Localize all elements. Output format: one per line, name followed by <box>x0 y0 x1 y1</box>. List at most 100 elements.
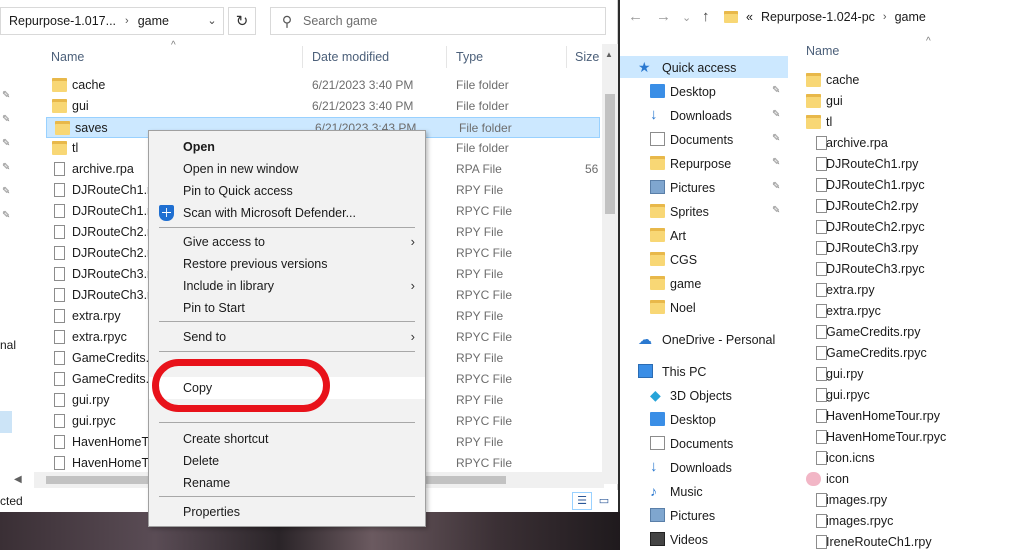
breadcrumb-path[interactable]: Repurpose-1.017... <box>1 14 116 28</box>
sidebar-item[interactable]: Videos <box>620 528 788 550</box>
list-item[interactable]: gui.rpy <box>806 364 1016 385</box>
sidebar-item[interactable]: Documents <box>620 432 788 454</box>
back-arrow-icon[interactable]: ← <box>628 8 643 25</box>
column-name[interactable]: Name <box>51 50 84 64</box>
list-item[interactable]: DJRouteCh3.rpy <box>806 238 1016 259</box>
menu-item-pin-start[interactable]: Pin to Start <box>149 297 425 319</box>
pin-icon[interactable]: ✎ <box>772 109 780 120</box>
pin-icon[interactable]: ✎ <box>772 85 780 96</box>
sort-up-icon: ^ <box>926 36 931 47</box>
menu-item-create-shortcut[interactable]: Create shortcut <box>149 428 425 450</box>
list-item[interactable]: tl <box>806 112 1016 133</box>
scroll-left-icon[interactable]: ◀ <box>14 474 22 485</box>
breadcrumb-path[interactable]: Repurpose-1.024-pc <box>761 10 875 24</box>
menu-item-open[interactable]: Open <box>149 136 425 158</box>
sidebar-item[interactable]: Pictures <box>620 504 788 526</box>
column-date-modified[interactable]: Date modified <box>312 50 389 64</box>
column-divider[interactable] <box>302 46 303 68</box>
chevron-down-icon[interactable]: ⌄ <box>682 11 691 24</box>
details-view-icon[interactable]: ☰ <box>572 492 592 510</box>
menu-item-scan-defender[interactable]: Scan with Microsoft Defender... <box>149 202 425 224</box>
list-item[interactable]: gui.rpyc <box>806 385 1016 406</box>
breadcrumb-current[interactable]: game <box>895 10 926 24</box>
list-item[interactable]: GameCredits.rpyc <box>806 343 1016 364</box>
sidebar-item[interactable]: Desktop <box>620 408 788 430</box>
sidebar-item[interactable]: Pictures ✎ <box>620 176 788 198</box>
sidebar-item[interactable]: Sprites ✎ <box>620 200 788 222</box>
nav-item-fragment[interactable]: nal <box>0 338 16 352</box>
scrollbar-thumb[interactable] <box>605 94 615 214</box>
sidebar-item[interactable]: game <box>620 272 788 294</box>
sidebar-item[interactable]: Repurpose ✎ <box>620 152 788 174</box>
list-item[interactable]: icon <box>806 469 1016 490</box>
column-divider[interactable] <box>566 46 567 68</box>
sidebar-item[interactable]: CGS <box>620 248 788 270</box>
table-row[interactable]: gui 6/21/2023 3:40 PM File folder <box>44 96 600 117</box>
sidebar-item-label: Music <box>670 485 703 499</box>
large-icons-view-icon[interactable]: ▭ <box>594 492 614 510</box>
menu-item-include-library[interactable]: Include in library › <box>149 275 425 297</box>
column-size[interactable]: Size <box>575 50 599 64</box>
breadcrumb-current[interactable]: game <box>138 14 169 28</box>
sidebar-item[interactable]: ↓ Downloads ✎ <box>620 104 788 126</box>
sidebar-item[interactable]: ☁ OneDrive - Personal <box>620 328 788 350</box>
pin-icon[interactable]: ✎ <box>772 133 780 144</box>
forward-arrow-icon[interactable]: → <box>656 8 671 25</box>
sidebar-item[interactable]: Desktop ✎ <box>620 80 788 102</box>
sidebar-item[interactable]: ◆ 3D Objects <box>620 384 788 406</box>
sidebar-item[interactable]: This PC <box>620 360 788 382</box>
list-item[interactable]: HavenHomeTour.rpyc <box>806 427 1016 448</box>
pin-icon[interactable]: ✎ <box>772 181 780 192</box>
list-item[interactable]: DJRouteCh1.rpy <box>806 154 1016 175</box>
table-row[interactable]: cache 6/21/2023 3:40 PM File folder <box>44 75 600 96</box>
sidebar-item[interactable]: ↓ Downloads <box>620 456 788 478</box>
list-item[interactable]: extra.rpyc <box>806 301 1016 322</box>
address-bar[interactable]: Repurpose-1.017... › game ⌄ <box>0 7 224 35</box>
list-item[interactable]: gui <box>806 91 1016 112</box>
search-box[interactable]: ⚲ Search game <box>270 7 606 35</box>
scroll-up-icon[interactable]: ▲ <box>605 50 613 59</box>
sidebar-item[interactable]: Noel <box>620 296 788 318</box>
address-bar[interactable]: « Repurpose-1.024-pc › game <box>724 5 1020 29</box>
list-item[interactable]: cache <box>806 70 1016 91</box>
menu-item-give-access[interactable]: Give access to › <box>149 231 425 253</box>
list-item[interactable]: GameCredits.rpy <box>806 322 1016 343</box>
folder-icon <box>724 11 738 23</box>
list-item[interactable]: archive.rpa <box>806 133 1016 154</box>
folder-icon <box>52 99 67 113</box>
sidebar-item[interactable]: ♪ Music <box>620 480 788 502</box>
list-item[interactable]: extra.rpy <box>806 280 1016 301</box>
sidebar-item[interactable]: ★ Quick access <box>620 56 788 78</box>
list-item[interactable]: icon.icns <box>806 448 1016 469</box>
refresh-button[interactable]: ↻ <box>228 7 256 35</box>
vertical-scrollbar[interactable]: ▲ <box>602 44 618 484</box>
column-name[interactable]: Name <box>806 44 839 58</box>
up-arrow-icon[interactable]: ↑ <box>702 8 710 25</box>
list-item[interactable]: images.rpyc <box>806 511 1016 532</box>
menu-item-rename[interactable]: Rename <box>149 472 425 494</box>
menu-item-send-to[interactable]: Send to › <box>149 326 425 348</box>
file-type: RPY File <box>456 351 504 365</box>
pin-icon[interactable]: ✎ <box>772 205 780 216</box>
search-input[interactable]: Search game <box>303 14 377 28</box>
column-type[interactable]: Type <box>456 50 483 64</box>
sidebar-item[interactable]: Art <box>620 224 788 246</box>
list-item[interactable]: DJRouteCh3.rpyc <box>806 259 1016 280</box>
list-item[interactable]: DJRouteCh2.rpy <box>806 196 1016 217</box>
menu-item-pin-quick-access[interactable]: Pin to Quick access <box>149 180 425 202</box>
list-item[interactable]: DJRouteCh1.rpyc <box>806 175 1016 196</box>
menu-item-delete[interactable]: Delete <box>149 450 425 472</box>
column-divider[interactable] <box>446 46 447 68</box>
list-item[interactable]: DJRouteCh2.rpyc <box>806 217 1016 238</box>
list-item[interactable]: IreneRouteCh1.rpy <box>806 532 1016 550</box>
breadcrumb-overflow[interactable]: « <box>746 10 753 24</box>
pin-icon[interactable]: ✎ <box>772 157 780 168</box>
menu-item-open-new-window[interactable]: Open in new window <box>149 158 425 180</box>
menu-item-restore-versions[interactable]: Restore previous versions <box>149 253 425 275</box>
chevron-down-icon[interactable]: ⌄ <box>205 14 219 28</box>
cloud-icon: ☁ <box>638 331 652 347</box>
menu-item-properties[interactable]: Properties <box>149 501 425 523</box>
list-item[interactable]: HavenHomeTour.rpy <box>806 406 1016 427</box>
list-item[interactable]: images.rpy <box>806 490 1016 511</box>
sidebar-item[interactable]: Documents ✎ <box>620 128 788 150</box>
